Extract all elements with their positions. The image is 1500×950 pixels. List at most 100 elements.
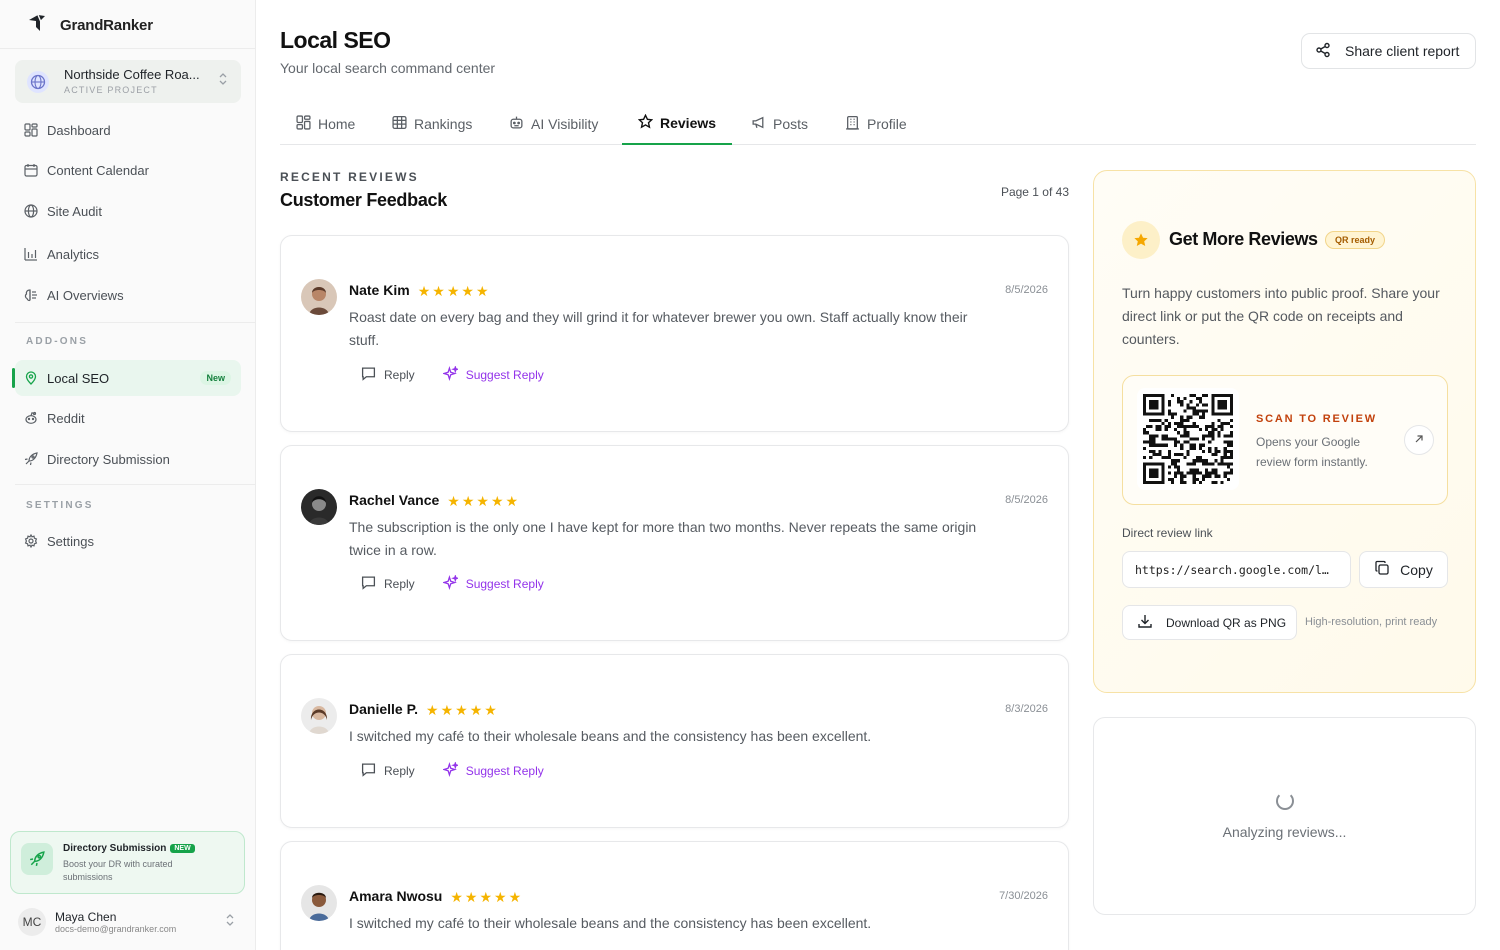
comment-icon <box>361 762 376 780</box>
tab-label: Home <box>318 115 356 132</box>
qr-code-image <box>1137 388 1239 490</box>
qr-panel: SCAN TO REVIEW Opens your Google review … <box>1122 375 1448 505</box>
comment-icon <box>361 575 376 593</box>
brand[interactable]: GrandRanker <box>26 13 153 37</box>
promo-new-badge: NEW <box>170 844 195 853</box>
page-title: Local SEO <box>280 27 391 53</box>
divider <box>15 322 255 323</box>
download-note: High-resolution, print ready <box>1305 616 1438 628</box>
dashboard-icon <box>23 123 38 138</box>
gear-icon <box>23 534 38 549</box>
share-icon <box>1315 42 1331 61</box>
review-text: I switched my café to their wholesale be… <box>349 728 872 744</box>
ai-brain-icon <box>23 288 38 303</box>
sidebar-item-content-calendar[interactable]: Content Calendar <box>15 152 241 188</box>
tab-label: Rankings <box>414 115 473 132</box>
table-icon <box>392 115 407 133</box>
tab-ai-visibility[interactable]: AI Visibility <box>493 102 614 145</box>
project-globe-icon <box>27 70 49 93</box>
tab-home[interactable]: Home <box>280 102 371 145</box>
bar-chart-icon <box>23 247 38 262</box>
recent-reviews-eyebrow: RECENT REVIEWS <box>280 170 419 184</box>
sidebar-item-label: AI Overviews <box>47 287 124 303</box>
home-grid-icon <box>296 114 311 133</box>
suggest-reply-button[interactable]: Suggest Reply <box>441 574 544 593</box>
star-icon: ★ <box>461 283 474 299</box>
megaphone-icon <box>751 115 766 133</box>
sidebar-item-dashboard[interactable]: Dashboard <box>15 112 241 148</box>
comment-icon <box>361 366 376 384</box>
tab-bar: Home Rankings AI Visibility Reviews Post… <box>280 102 1476 145</box>
star-icon: ★ <box>505 493 519 509</box>
user-menu[interactable]: MC Maya Chen docs-demo@grandranker.com <box>18 906 240 938</box>
review-text: Roast date on every bag and they will gr… <box>349 309 968 348</box>
reply-button[interactable]: Reply <box>361 575 415 593</box>
sidebar-item-label: Dashboard <box>47 122 111 138</box>
directory-submission-promo[interactable]: Directory Submission NEW Boost your DR wi… <box>10 831 245 894</box>
divider <box>0 48 255 49</box>
star-icon: ★ <box>426 702 439 718</box>
reply-label: Reply <box>384 764 415 778</box>
direct-link-field[interactable] <box>1122 551 1351 588</box>
review-card: Nate Kim ★ ★ ★ ★ ★ 8/5/2026 Roast date on eve… <box>280 235 1069 432</box>
review-card: Danielle P. ★ ★ ★ ★ ★ 8/3/2026 I switched my … <box>280 654 1069 828</box>
avatar <box>301 279 337 315</box>
open-review-link-button[interactable] <box>1404 425 1434 455</box>
share-label: Share client report <box>1345 43 1460 59</box>
reviewer-name: Amara Nwosu ★ ★ ★ ★ ★ <box>349 888 522 905</box>
download-qr-button[interactable]: Download QR as PNG <box>1122 605 1297 640</box>
reply-button[interactable]: Reply <box>361 366 415 384</box>
tab-posts[interactable]: Posts <box>735 102 824 145</box>
copy-button[interactable]: Copy <box>1359 551 1448 588</box>
download-icon <box>1137 613 1153 632</box>
star-icon: ★ <box>490 493 504 509</box>
star-icon: ★ <box>494 889 507 905</box>
suggest-reply-button[interactable]: Suggest Reply <box>441 761 544 780</box>
sidebar-item-local-seo[interactable]: Local SEO New <box>12 360 241 396</box>
chevron-up-down-icon <box>217 72 229 91</box>
review-date: 8/5/2026 <box>1005 284 1048 296</box>
tab-profile[interactable]: Profile <box>829 102 923 145</box>
sidebar-item-analytics[interactable]: Analytics <box>15 236 241 272</box>
sidebar-item-site-audit[interactable]: Site Audit <box>15 193 241 229</box>
rating-stars: ★ ★ ★ ★ ★ <box>447 494 518 508</box>
reply-label: Reply <box>384 368 415 382</box>
review-actions: Reply Suggest Reply <box>361 761 544 780</box>
share-client-report-button[interactable]: Share client report <box>1301 33 1476 69</box>
review-text: I switched my café to their wholesale be… <box>349 915 872 931</box>
reviewer-name: Nate Kim ★ ★ ★ ★ ★ <box>349 282 489 299</box>
rating-stars: ★ ★ ★ ★ ★ <box>426 703 497 717</box>
sidebar-item-label: Settings <box>47 533 94 549</box>
building-icon <box>845 115 860 133</box>
scan-description: Opens your Google review form instantly. <box>1256 435 1368 469</box>
get-more-reviews-description: Turn happy customers into public proof. … <box>1122 285 1440 347</box>
sidebar-item-ai-overviews[interactable]: AI Overviews <box>15 277 241 313</box>
tab-rankings[interactable]: Rankings <box>376 102 488 145</box>
reply-button[interactable]: Reply <box>361 762 415 780</box>
sidebar-item-settings[interactable]: Settings <box>15 523 241 559</box>
tab-reviews[interactable]: Reviews <box>622 102 733 145</box>
suggest-reply-button[interactable]: Suggest Reply <box>441 365 544 384</box>
sidebar-item-directory-submission[interactable]: Directory Submission <box>15 441 241 477</box>
tab-label: AI Visibility <box>531 115 599 132</box>
rating-stars: ★ ★ ★ ★ ★ <box>418 284 489 298</box>
suggest-reply-label: Suggest Reply <box>465 577 544 591</box>
project-switcher[interactable]: Northside Coffee Roa... ACTIVE PROJECT <box>15 60 241 103</box>
active-indicator <box>12 368 15 388</box>
review-date: 7/30/2026 <box>999 890 1048 902</box>
qr-ready-badge: QR ready <box>1325 231 1386 249</box>
star-icon: ★ <box>447 493 460 509</box>
review-actions: Reply Suggest Reply <box>361 574 544 593</box>
scan-to-review-label: SCAN TO REVIEW <box>1256 413 1377 425</box>
rocket-icon <box>23 452 38 467</box>
star-icon: ★ <box>417 283 431 299</box>
reddit-icon <box>23 411 38 426</box>
project-name: Northside Coffee Roa... <box>64 66 200 82</box>
loading-spinner-icon <box>1276 792 1294 810</box>
reply-label: Reply <box>384 577 415 591</box>
promo-text: Boost your DR with curated submissions <box>63 859 173 882</box>
sidebar-item-reddit[interactable]: Reddit <box>15 400 241 436</box>
suggest-reply-label: Suggest Reply <box>465 764 544 778</box>
review-card: Rachel Vance ★ ★ ★ ★ ★ 8/5/2026 The subscript… <box>280 445 1069 641</box>
page-subtitle: Your local search command center <box>280 60 496 76</box>
